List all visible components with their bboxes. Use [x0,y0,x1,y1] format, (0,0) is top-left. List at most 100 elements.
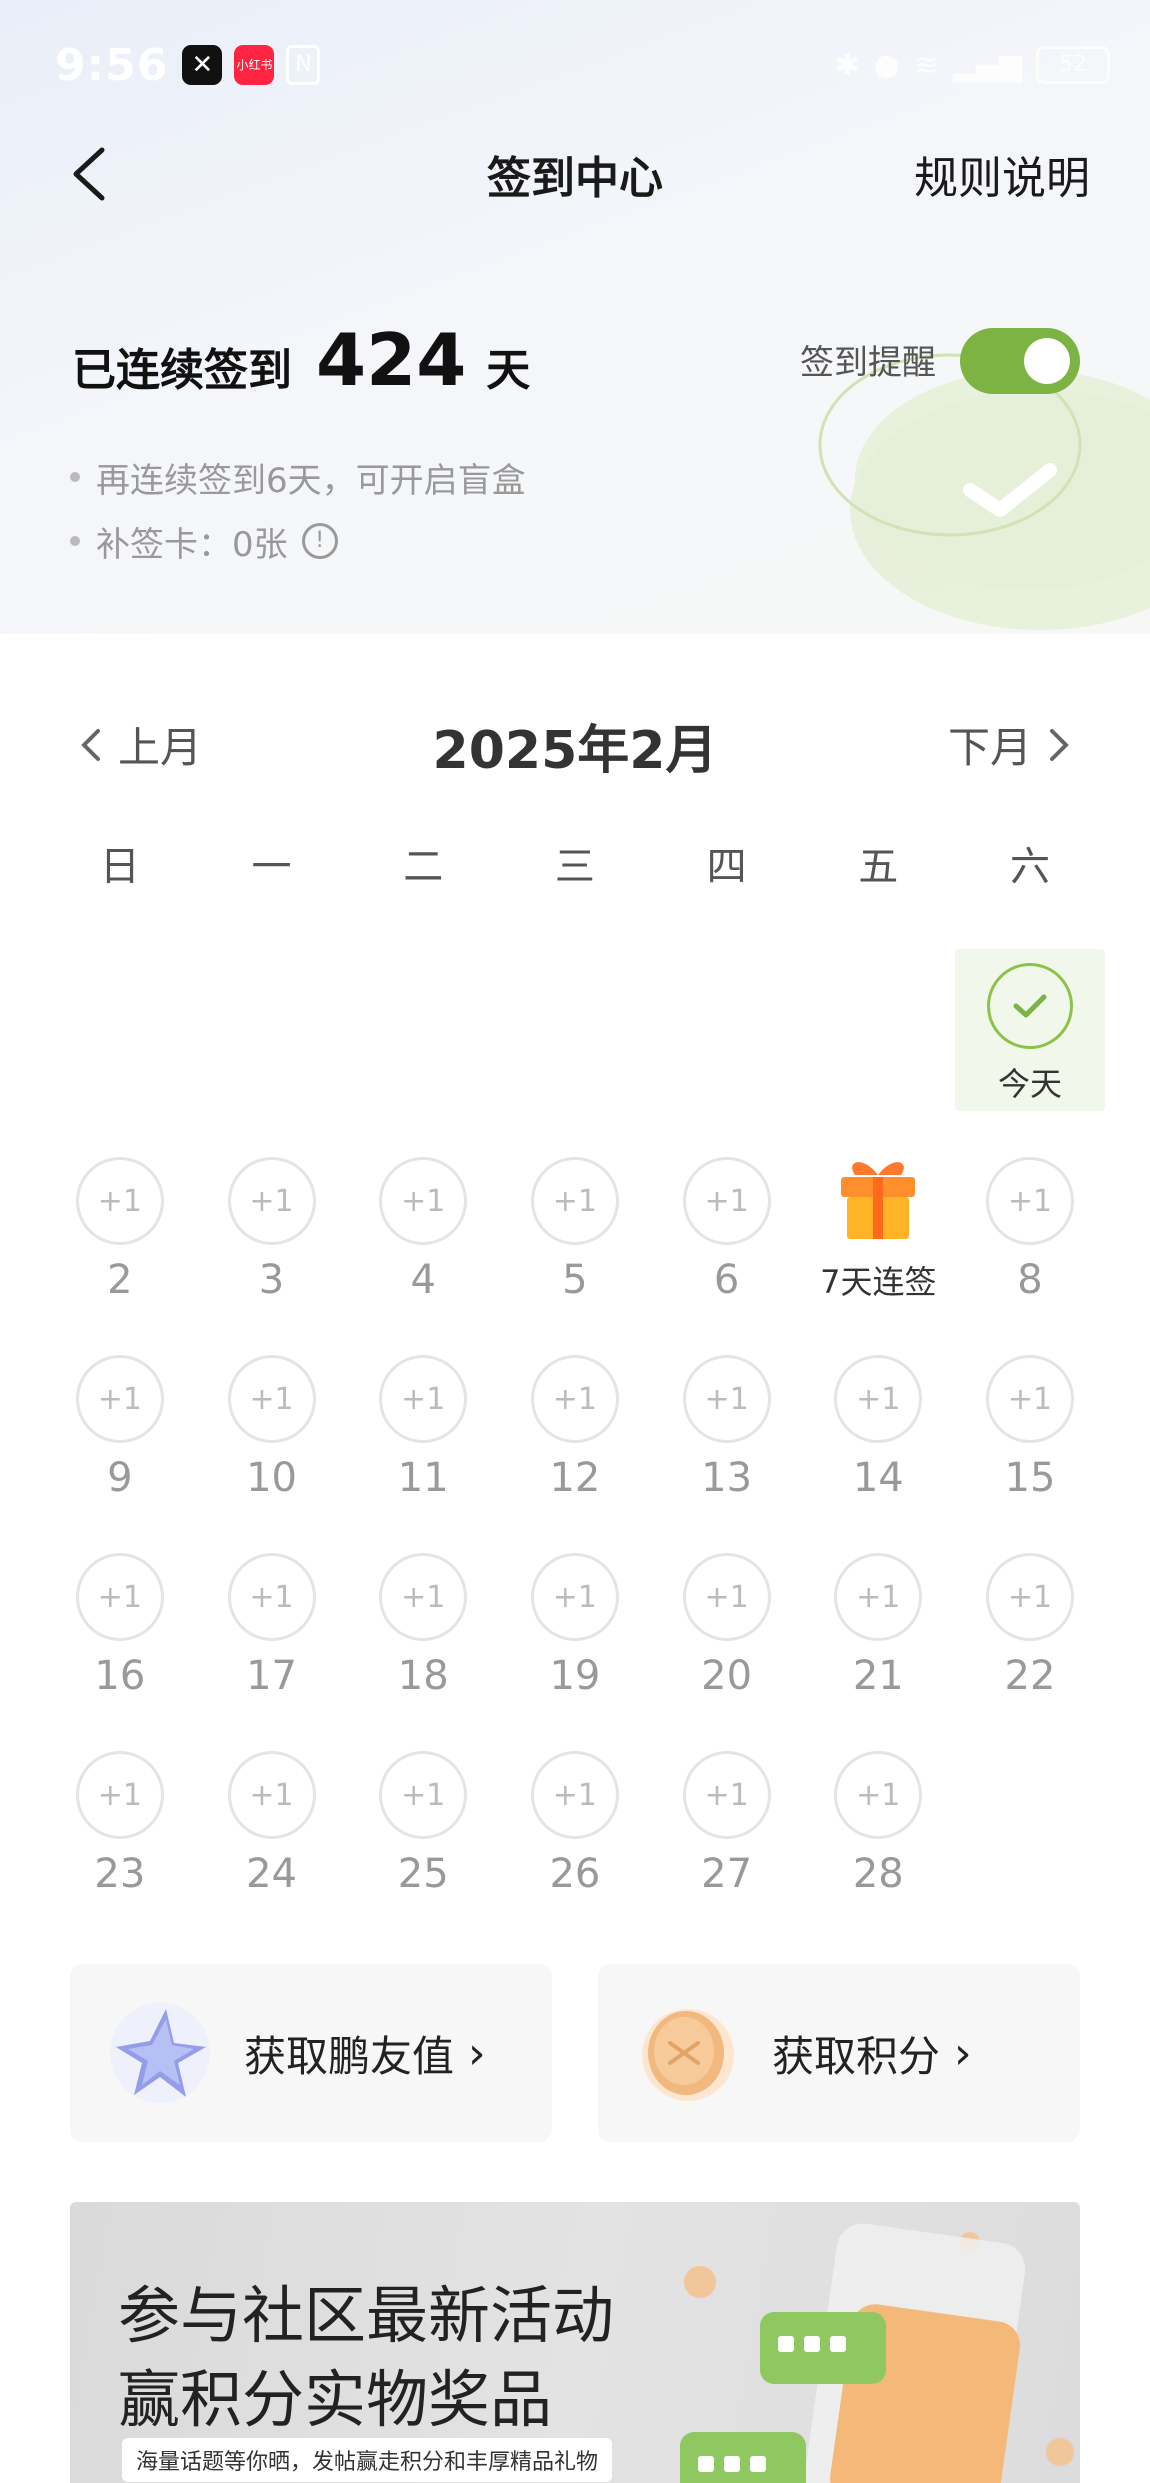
bullet-blindbox: 再连续签到6天，可开启盲盒 [70,445,526,509]
star-icon [110,2003,210,2103]
coin-icon [642,2009,734,2101]
reward-badge: +1 [834,1355,923,1443]
today-cell[interactable]: 今天 [954,949,1106,1129]
calendar-day[interactable]: +1 17 [196,1553,348,1723]
day-number: 19 [549,1653,601,1699]
month-nav: 上月 2025年2月 下月 [0,708,1150,781]
day-number: 3 [258,1257,285,1303]
weekday-mon: 一 [251,844,292,890]
calendar-day[interactable]: +1 10 [196,1355,348,1525]
day-number: 20 [701,1653,753,1699]
wifi-icon: ≋ [913,47,939,83]
weekday-header: 日 一 二 三 四 五 六 [44,834,1106,892]
reward-badge: +1 [985,1157,1074,1245]
phone-chat-illustration [680,2223,1074,2483]
reward-badge: +1 [530,1355,619,1443]
reward-badge: +1 [379,1751,468,1839]
reward-cards: 获取鹏友值 › 获取积分 › [70,1964,1080,2142]
reward-badge: +1 [227,1553,316,1641]
reward-badge: +1 [75,1553,164,1641]
calendar-day[interactable]: +1 25 [347,1751,499,1921]
card-label: 获取积分 [772,2031,941,2081]
day-number: 17 [246,1653,297,1699]
day-number: 24 [246,1851,297,1897]
banner-headline: 参与社区最新活动 赢积分实物奖品 [118,2274,614,2442]
day-number: 27 [701,1851,753,1897]
calendar-day[interactable]: +1 5 [499,1157,651,1327]
gift-cell[interactable]: 7天连签 [802,1157,954,1327]
info-icon[interactable]: ! [301,523,338,559]
bullet-makeup-card: 补签卡：0张! [70,509,526,573]
reward-badge: +1 [530,1751,619,1839]
calendar-day[interactable]: +1 20 [651,1553,803,1723]
get-pengyou-value-card[interactable]: 获取鹏友值 › [70,1964,552,2142]
next-month-button[interactable]: 下月 [948,714,1072,775]
reward-badge: +1 [682,1553,771,1641]
reward-badge: +1 [379,1553,468,1641]
info-bullets: 再连续签到6天，可开启盲盒 补签卡：0张! [70,445,526,573]
day-number: 9 [107,1455,133,1501]
reward-badge: +1 [530,1157,619,1245]
calendar-day[interactable]: +1 3 [196,1157,348,1327]
day-number: 16 [94,1653,146,1699]
weekday-wed: 三 [554,844,595,890]
calendar-day[interactable]: +1 14 [802,1355,954,1525]
rules-link[interactable]: 规则说明 [914,142,1090,206]
banner-line-1: 参与社区最新活动 [118,2279,615,2352]
calendar-day[interactable]: +1 16 [44,1553,196,1723]
reward-badge: +1 [227,1751,316,1839]
calendar-day[interactable]: +1 4 [347,1157,499,1327]
reward-badge: +1 [379,1157,468,1245]
bullet-dot [70,536,80,546]
calendar-day[interactable]: +1 12 [499,1355,651,1525]
reward-badge: +1 [75,1751,164,1839]
today-label: 今天 [997,1065,1062,1103]
header-section: 9:56 ✕ 小红书 N ✱ ● ≋ ▂▄▆ 52 签到中心 规则说明 已连续签… [0,0,1150,634]
day-number: 4 [410,1257,436,1303]
empty-cell [347,959,499,1129]
calendar-day[interactable]: +1 6 [651,1157,803,1327]
calendar-day[interactable]: +1 21 [802,1553,954,1723]
bullet-text: 补签卡：0张 [96,524,288,565]
calendar-day[interactable]: +1 13 [651,1355,803,1525]
calendar-day[interactable]: +1 9 [44,1355,196,1525]
gift-label: 7天连签 [820,1263,937,1301]
reward-badge: +1 [227,1355,316,1443]
reminder-label: 签到提醒 [800,343,936,383]
toggle-knob [1024,338,1070,384]
calendar-day[interactable]: +1 27 [651,1751,803,1921]
location-icon: ● [873,47,900,83]
empty-cell [196,959,348,1129]
calendar-week-row: 今天 [44,949,1106,1157]
card-label: 获取鹏友值 [244,2031,455,2081]
checkin-coin-illustration [818,353,1150,630]
calendar-day[interactable]: +1 8 [954,1157,1106,1327]
calendar-day[interactable]: +1 18 [347,1553,499,1723]
calendar-day[interactable]: +1 11 [347,1355,499,1525]
weekday-sat: 六 [1009,844,1050,890]
weekday-thu: 四 [706,844,747,890]
calendar-day[interactable]: +1 2 [44,1157,196,1327]
weekday-sun: 日 [99,844,140,890]
calendar-day[interactable]: +1 28 [802,1751,954,1921]
reward-badge: +1 [75,1157,164,1245]
reminder-toggle[interactable] [960,328,1080,394]
day-number: 2 [107,1257,133,1303]
calendar-section: 上月 2025年2月 下月 日 一 二 三 四 五 六 今天 +1 2 +1 3… [0,634,1150,2142]
weekday-tue: 二 [403,844,444,890]
calendar-day[interactable]: +1 26 [499,1751,651,1921]
get-points-card[interactable]: 获取积分 › [598,1964,1080,2142]
calendar-day[interactable]: +1 24 [196,1751,348,1921]
calendar-day[interactable]: +1 23 [44,1751,196,1921]
activity-banner[interactable]: 参与社区最新活动 赢积分实物奖品 海量话题等你晒，发帖赢走积分和丰厚精品礼物 [70,2202,1080,2483]
reward-badge: +1 [75,1355,164,1443]
checked-icon [986,963,1073,1049]
chevron-right-icon [1050,728,1069,761]
calendar-day[interactable]: +1 19 [499,1553,651,1723]
calendar-day[interactable]: +1 15 [954,1355,1106,1525]
streak-days: 424 [316,318,467,402]
calendar-day[interactable]: +1 22 [954,1553,1106,1723]
streak-summary: 已连续签到 424 天 [72,318,530,402]
calendar-week-row: +1 16 +1 17 +1 18 +1 19 +1 20 +1 21 +1 22 [44,1553,1106,1751]
status-time: 9:56 [55,39,169,91]
